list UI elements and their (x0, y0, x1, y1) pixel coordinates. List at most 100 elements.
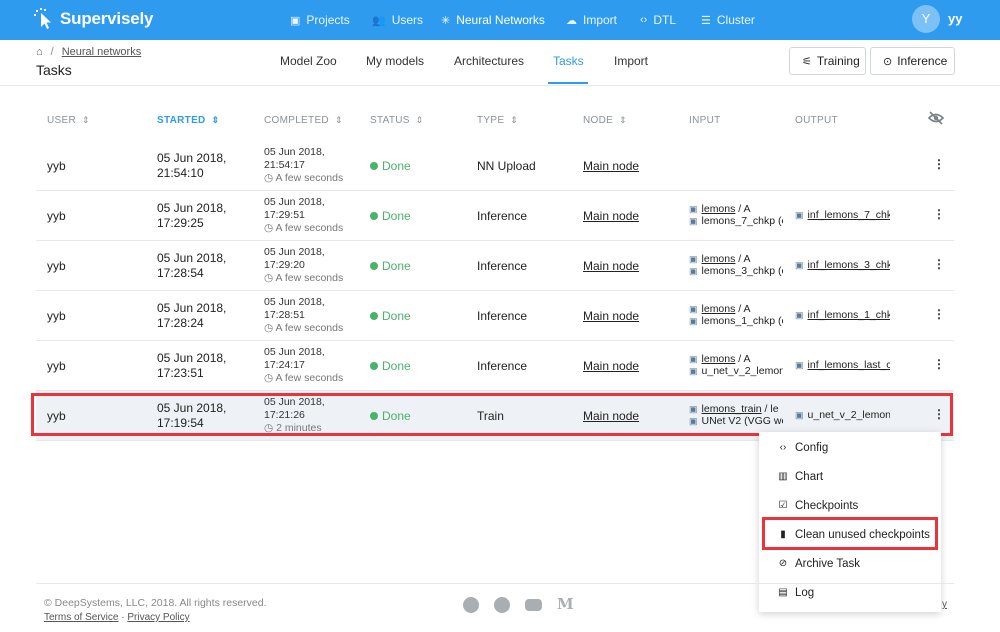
terms-link[interactable]: Terms of Service (44, 612, 118, 623)
nav-label: Projects (306, 13, 350, 27)
sort-icon: ⇕ (211, 115, 220, 125)
cell-user: yyb (47, 209, 66, 223)
slack-icon[interactable] (463, 597, 479, 613)
column-completed[interactable]: COMPLETED ⇕ (264, 115, 343, 126)
logo[interactable]: Supervisely (34, 7, 153, 31)
nav-projects[interactable]: ▣ Projects (290, 0, 350, 40)
status-dot (370, 262, 378, 270)
footer-trailing-link[interactable]: y (942, 599, 947, 610)
cell-completed: 05 Jun 2018, 17:24:17 ◷ A few seconds (264, 346, 343, 385)
table-row[interactable]: yyb 05 Jun 2018, 17:29:25 05 Jun 2018, 17:… (36, 191, 954, 241)
inference-button[interactable]: ⊙ Inference (870, 47, 955, 75)
cell-user: yyb (47, 259, 66, 273)
output-link[interactable]: inf_lemons_1_chk (808, 309, 890, 321)
column-status[interactable]: STATUS ⇕ (370, 115, 424, 126)
table-row[interactable]: yyb 05 Jun 2018, 17:23:51 05 Jun 2018, 17:… (36, 341, 954, 391)
github-icon[interactable] (494, 597, 510, 613)
cell-type: NN Upload (477, 159, 536, 173)
footer-dot: · (121, 612, 125, 623)
more-options-icon[interactable]: ⋮ (933, 357, 945, 371)
cloud-upload-icon: ☁ (566, 14, 577, 27)
node-link[interactable]: Main node (583, 309, 639, 323)
menu-item-highlight-annotation (762, 517, 938, 550)
cell-input: ▣ lemons / A ▣ lemons_7_chkp (е (689, 203, 783, 227)
sort-icon: ⇕ (510, 115, 519, 125)
menu-item-checkpoints[interactable]: ☑ Checkpoints (759, 491, 941, 520)
home-icon[interactable]: ⌂ (36, 46, 43, 58)
input-project-link[interactable]: lemons (702, 203, 736, 215)
column-label: TYPE (477, 115, 505, 126)
nav-cluster[interactable]: ☰ Cluster (701, 0, 755, 40)
column-started[interactable]: STARTED ⇕ (157, 115, 219, 126)
more-options-icon[interactable]: ⋮ (933, 257, 945, 271)
nav-label: Neural Networks (456, 13, 545, 27)
menu-item-archive-task[interactable]: ⊘ Archive Task (759, 549, 941, 578)
code-icon: ‹› (640, 14, 648, 26)
input-project-link[interactable]: lemons (702, 303, 736, 315)
node-link[interactable]: Main node (583, 159, 639, 173)
training-button[interactable]: ⚟ Training (789, 47, 866, 75)
more-options-icon[interactable]: ⋮ (933, 307, 945, 321)
column-label: USER (47, 115, 76, 126)
tab-architectures[interactable]: Architectures (454, 54, 524, 68)
output-link[interactable]: inf_lemons_3_chk (808, 259, 890, 271)
eye-off-icon[interactable] (928, 111, 944, 125)
chart-icon: ▥ (778, 471, 788, 482)
nav-label: DTL (653, 13, 676, 27)
users-icon: 👥 (372, 14, 386, 27)
column-type[interactable]: TYPE ⇕ (477, 115, 518, 126)
table-row[interactable]: yyb 05 Jun 2018, 17:28:54 05 Jun 2018, 17:… (36, 241, 954, 291)
more-options-icon[interactable]: ⋮ (933, 157, 945, 171)
code-icon: ‹› (779, 442, 787, 453)
username[interactable]: yy (948, 11, 962, 26)
output-link[interactable]: inf_lemons_7_chk (808, 209, 890, 221)
input-model: lemons_1_chkp (е (701, 315, 783, 327)
copyright: © DeepSystems, LLC, 2018. All rights res… (44, 597, 267, 609)
cell-type: Inference (477, 309, 528, 323)
column-label: STATUS (370, 115, 410, 126)
column-label: COMPLETED (264, 115, 329, 126)
input-project-link[interactable]: lemons (702, 353, 736, 365)
nav-neural-networks[interactable]: ✳ Neural Networks (441, 0, 545, 40)
status-badge: Done (370, 159, 411, 173)
avatar[interactable]: Y (912, 5, 940, 33)
tab-model-zoo[interactable]: Model Zoo (280, 54, 337, 68)
completed-time: 17:29:51 (264, 209, 305, 221)
more-options-icon[interactable]: ⋮ (933, 207, 945, 221)
top-navigation-bar: Supervisely ▣ Projects 👥 Users ✳ Neural … (0, 0, 1000, 40)
tab-import[interactable]: Import (614, 54, 648, 68)
tab-my-models[interactable]: My models (366, 54, 424, 68)
completed-time: 17:28:51 (264, 309, 305, 321)
started-date: 05 Jun 2018, (157, 251, 227, 265)
node-link[interactable]: Main node (583, 259, 639, 273)
breadcrumb: ⌂ / Neural networks (36, 46, 141, 58)
status-dot (370, 162, 378, 170)
table-row[interactable]: yyb 05 Jun 2018, 21:54:10 05 Jun 2018, 21:… (36, 141, 954, 191)
breadcrumb-neural-networks[interactable]: Neural networks (62, 46, 141, 58)
output-link[interactable]: inf_lemons_last_c (808, 359, 890, 371)
menu-item-config[interactable]: ‹› Config (759, 433, 941, 462)
tab-tasks[interactable]: Tasks (553, 54, 584, 68)
youtube-icon[interactable] (525, 599, 542, 611)
input-project-link[interactable]: lemons (702, 253, 736, 265)
column-node[interactable]: NODE ⇕ (583, 115, 627, 126)
nav-import[interactable]: ☁ Import (566, 0, 617, 40)
footer-divider (36, 583, 954, 584)
completed-date: 05 Jun 2018, (264, 146, 325, 158)
privacy-link[interactable]: Privacy Policy (127, 612, 189, 623)
nav-dtl[interactable]: ‹› DTL (640, 0, 676, 40)
medium-icon[interactable]: M (557, 595, 574, 613)
node-link[interactable]: Main node (583, 359, 639, 373)
completed-time: 17:24:17 (264, 359, 305, 371)
menu-item-chart[interactable]: ▥ Chart (759, 462, 941, 491)
started-time: 17:28:54 (157, 266, 204, 280)
folder-icon: ▣ (795, 310, 804, 320)
column-user[interactable]: USER ⇕ (47, 115, 90, 126)
nav-users[interactable]: 👥 Users (372, 0, 423, 40)
table-row[interactable]: yyb 05 Jun 2018, 17:28:24 05 Jun 2018, 17:… (36, 291, 954, 341)
column-label: STARTED (157, 115, 206, 126)
sort-icon: ⇕ (334, 115, 343, 125)
column-label: INPUT (689, 115, 721, 126)
node-link[interactable]: Main node (583, 209, 639, 223)
footer-links: Terms of Service · Privacy Policy (44, 612, 190, 623)
